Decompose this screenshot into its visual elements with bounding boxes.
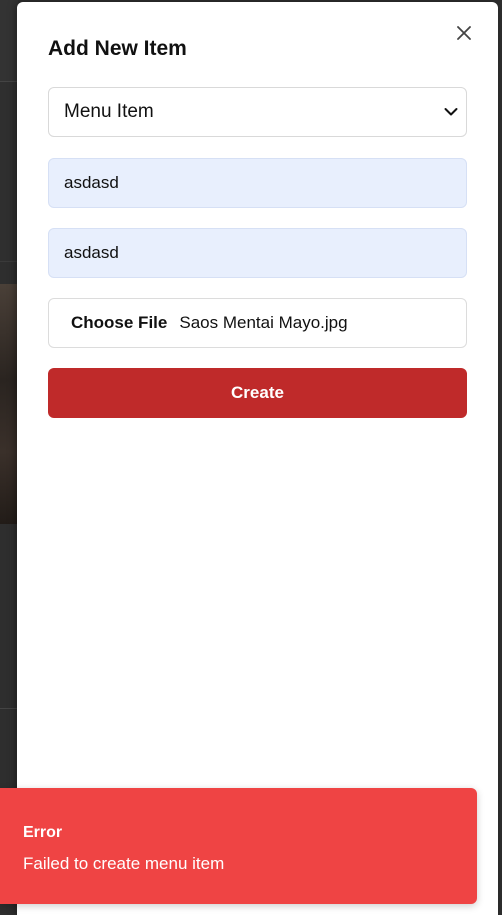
close-icon	[457, 26, 471, 40]
description-input-value: asdasd	[64, 243, 119, 262]
background-divider	[0, 708, 18, 709]
background-section	[0, 82, 18, 262]
close-button[interactable]	[452, 21, 476, 45]
create-button[interactable]: Create	[48, 368, 467, 418]
item-type-selected: Menu Item	[64, 101, 154, 122]
name-input[interactable]: asdasd	[48, 158, 467, 208]
toast-message: Failed to create menu item	[23, 854, 225, 873]
file-input[interactable]: Choose File Saos Mentai Mayo.jpg	[48, 298, 467, 348]
dialog-title: Add New Item	[48, 37, 187, 60]
description-input[interactable]: asdasd	[48, 228, 467, 278]
background-image	[0, 284, 18, 524]
background-header	[0, 0, 18, 82]
add-item-drawer: Add New Item Menu Item asdasd asdasd Cho…	[17, 2, 498, 915]
choose-file-button[interactable]: Choose File	[71, 313, 167, 333]
error-toast[interactable]: Error Failed to create menu item	[0, 788, 477, 904]
item-type-select[interactable]: Menu Item	[48, 87, 467, 137]
file-name: Saos Mentai Mayo.jpg	[179, 313, 348, 332]
chevron-down-icon	[444, 108, 458, 116]
name-input-value: asdasd	[64, 173, 119, 192]
toast-title: Error	[23, 824, 63, 841]
